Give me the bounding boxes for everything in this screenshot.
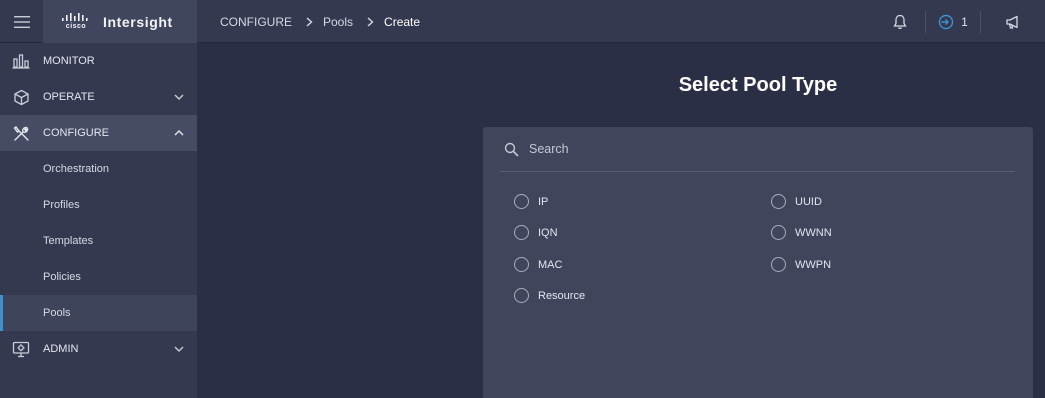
chevron-down-icon: [174, 94, 184, 100]
sidebar: MONITOR OPERATE CONFIGURE Orchestration …: [0, 43, 197, 398]
cisco-bars-icon: [62, 13, 88, 21]
cisco-logo: cisco: [61, 13, 91, 30]
sidebar-item-operate[interactable]: OPERATE: [0, 79, 197, 115]
search-input[interactable]: [529, 142, 989, 156]
chevron-down-icon: [174, 346, 184, 352]
request-count: 1: [961, 14, 968, 29]
sidebar-subitem-pools[interactable]: Pools: [0, 295, 197, 331]
megaphone-icon: [1006, 15, 1018, 29]
bell-icon: [893, 14, 907, 29]
option-label: WWNN: [795, 226, 832, 239]
monitor-gear-icon: [11, 339, 31, 359]
chevron-right-icon: [306, 16, 313, 27]
sidebar-subitem-templates[interactable]: Templates: [0, 223, 197, 259]
radio-button[interactable]: [514, 288, 529, 303]
chevron-up-icon: [174, 130, 184, 136]
breadcrumb-create: Create: [384, 14, 421, 29]
sidebar-item-configure[interactable]: CONFIGURE: [0, 115, 197, 151]
product-name: Intersight: [103, 13, 173, 30]
breadcrumb-pools[interactable]: Pools: [323, 15, 353, 29]
pool-option-wwpn[interactable]: WWPN: [771, 257, 831, 272]
menu-toggle-button[interactable]: [0, 0, 43, 43]
sidebar-item-label: MONITOR: [43, 55, 95, 67]
pool-type-panel: IP IQN MAC Resource UUID WWNN WWPN: [483, 127, 1033, 398]
pool-option-uuid[interactable]: UUID: [771, 194, 822, 209]
search-icon: [502, 140, 520, 158]
sidebar-item-monitor[interactable]: MONITOR: [0, 43, 197, 79]
radio-button[interactable]: [771, 257, 786, 272]
breadcrumb-configure[interactable]: CONFIGURE: [220, 15, 292, 29]
pool-option-ip[interactable]: IP: [514, 194, 548, 209]
pool-option-wwnn[interactable]: WWNN: [771, 225, 832, 240]
cube-icon: [11, 87, 31, 107]
bar-chart-icon: [11, 51, 31, 71]
tools-icon: [11, 123, 31, 143]
option-label: UUID: [795, 195, 822, 208]
announcements-button[interactable]: [981, 0, 1045, 43]
top-bar: cisco Intersight CONFIGURE Pools Create …: [0, 0, 1045, 43]
option-label: IP: [538, 195, 549, 208]
pool-option-mac[interactable]: MAC: [514, 257, 562, 272]
login-icon: [938, 14, 954, 29]
sidebar-item-admin[interactable]: ADMIN: [0, 331, 197, 367]
sidebar-item-label: OPERATE: [43, 91, 95, 103]
pool-option-iqn[interactable]: IQN: [514, 225, 558, 240]
sidebar-subitem-profiles[interactable]: Profiles: [0, 187, 197, 223]
sidebar-subitem-policies[interactable]: Policies: [0, 259, 197, 295]
hamburger-icon: [13, 15, 30, 28]
radio-button[interactable]: [514, 257, 529, 272]
brand[interactable]: cisco Intersight: [43, 0, 197, 43]
chevron-right-icon: [367, 16, 374, 27]
option-label: WWPN: [795, 258, 832, 271]
option-label: Resource: [538, 289, 586, 302]
cisco-wordmark: cisco: [65, 23, 87, 30]
breadcrumb: CONFIGURE Pools Create: [220, 0, 420, 43]
radio-button[interactable]: [514, 225, 529, 240]
sidebar-item-label: ADMIN: [43, 343, 79, 355]
radio-button[interactable]: [514, 194, 529, 209]
radio-button[interactable]: [771, 225, 786, 240]
sidebar-item-label: CONFIGURE: [43, 127, 109, 139]
option-label: MAC: [538, 258, 563, 271]
notifications-button[interactable]: [875, 0, 925, 43]
header-actions: 1: [875, 0, 1045, 43]
radio-button[interactable]: [771, 194, 786, 209]
page-title: Select Pool Type: [678, 74, 838, 96]
pool-option-resource[interactable]: Resource: [514, 288, 585, 303]
option-label: IQN: [538, 226, 558, 239]
sidebar-subitem-orchestration[interactable]: Orchestration: [0, 151, 197, 187]
search-bar: [500, 127, 1015, 172]
pending-requests-button[interactable]: 1: [926, 0, 980, 43]
